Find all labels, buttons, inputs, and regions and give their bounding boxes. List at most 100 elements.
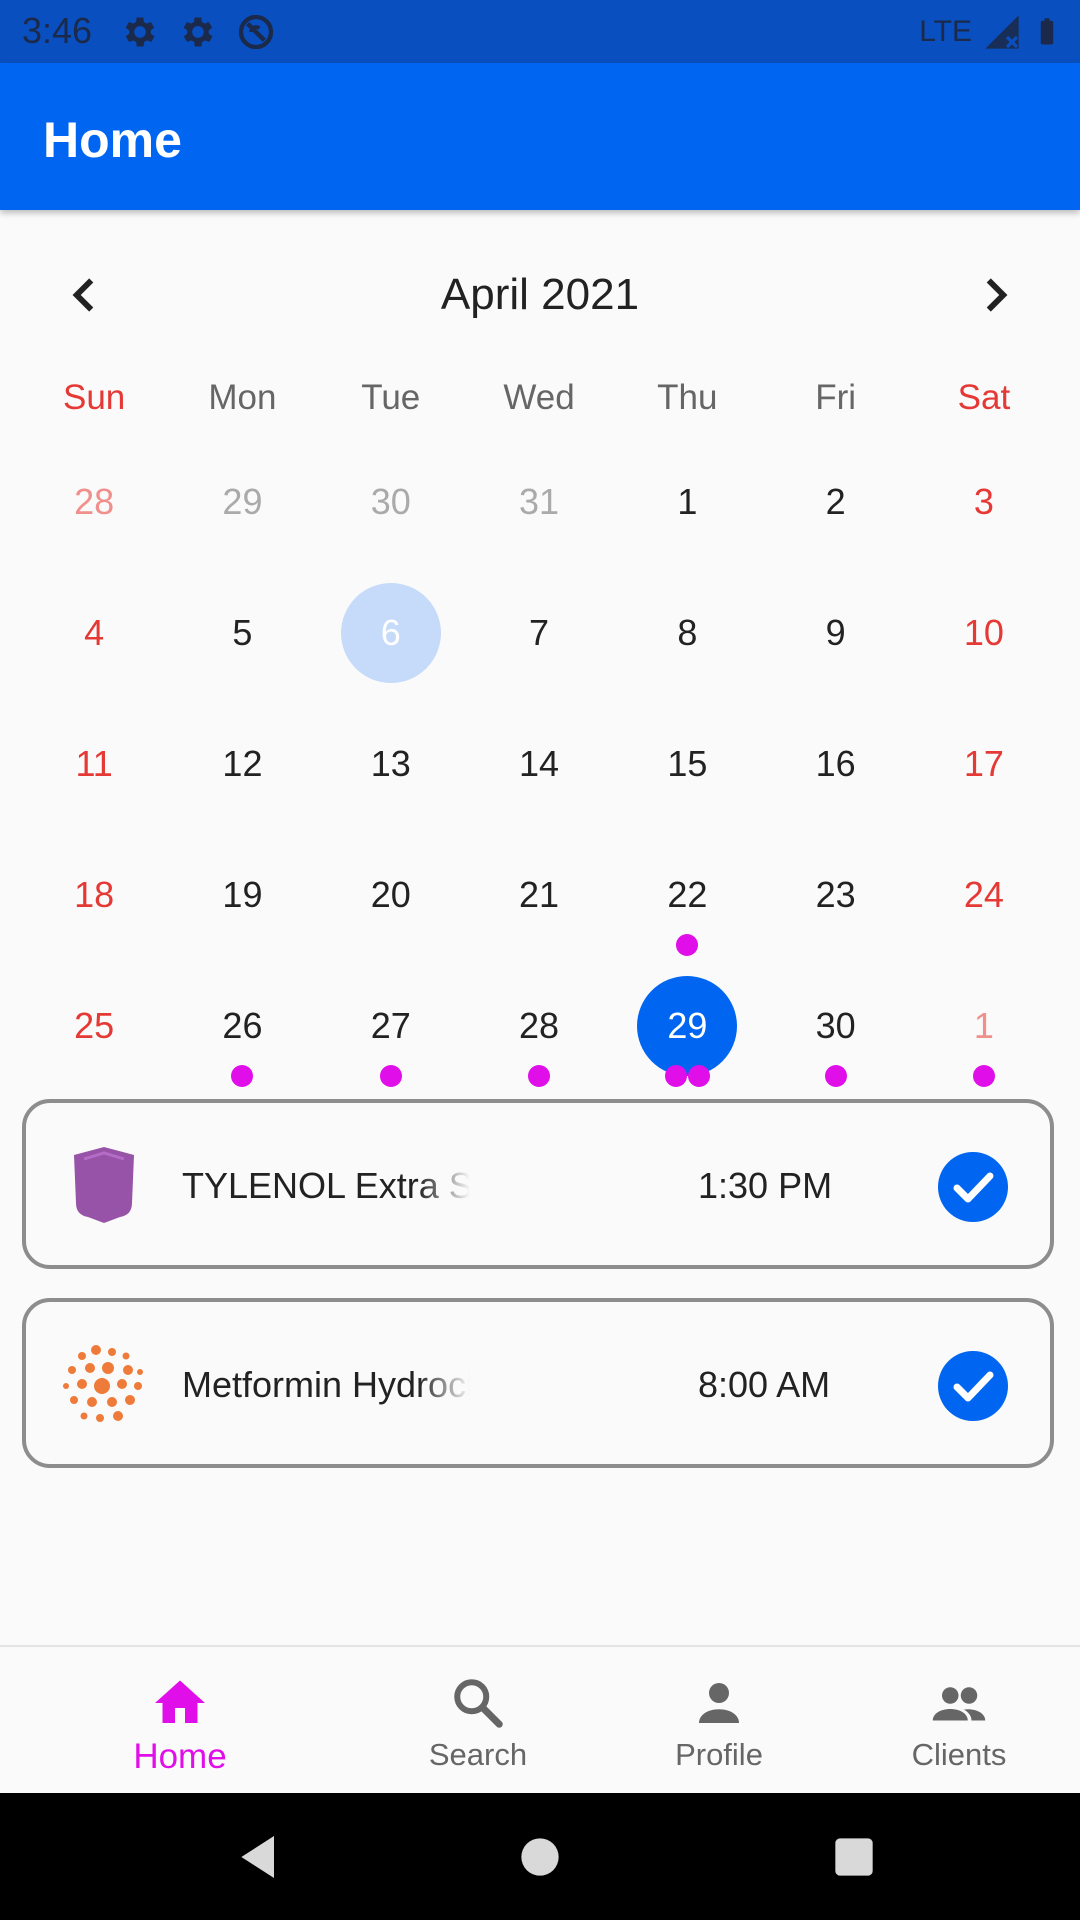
day-number: 25 <box>74 1005 115 1047</box>
home-circle-icon[interactable] <box>512 1829 568 1885</box>
calendar-day-today[interactable]: 6 <box>317 567 465 698</box>
calendar-day[interactable]: 23 <box>761 830 909 961</box>
calendar-day[interactable]: 8 <box>613 567 761 698</box>
nav-item-search[interactable]: Search <box>378 1647 578 1795</box>
calendar-day[interactable]: 2 <box>761 436 909 567</box>
calendar-day[interactable]: 30 <box>317 436 465 567</box>
settings-icon <box>183 17 213 47</box>
weekday-label: Thu <box>657 378 718 417</box>
nav-item-home[interactable]: Home <box>80 1647 280 1795</box>
app-bar: Home <box>0 63 1080 210</box>
calendar-day[interactable]: 28 <box>465 961 613 1092</box>
status-notification-icons <box>120 12 276 52</box>
nav-label: Home <box>133 1737 227 1776</box>
calendar-day[interactable]: 9 <box>761 567 909 698</box>
check-icon <box>953 1172 994 1203</box>
medication-time: 1:30 PM <box>698 1165 833 1206</box>
calendar-day[interactable]: 14 <box>465 698 613 829</box>
nav-item-profile[interactable]: Profile <box>619 1647 819 1795</box>
day-number: 20 <box>370 874 411 916</box>
check-icon <box>953 1371 994 1402</box>
people-icon <box>932 1687 986 1721</box>
search-icon <box>454 1679 503 1728</box>
calendar-day[interactable]: 28 <box>20 436 168 567</box>
orange-dots-pill-icon <box>63 1345 143 1422</box>
calendar-day[interactable]: 20 <box>317 830 465 961</box>
calendar-day[interactable]: 26 <box>168 961 316 1092</box>
day-number: 4 <box>84 611 105 653</box>
day-number: 13 <box>370 742 411 784</box>
calendar-day[interactable]: 27 <box>317 961 465 1092</box>
day-number: 29 <box>222 480 263 522</box>
calendar-day[interactable]: 3 <box>910 436 1058 567</box>
day-number: 17 <box>963 742 1004 784</box>
calendar-day[interactable]: 11 <box>20 698 168 829</box>
day-number: 15 <box>667 742 708 784</box>
event-markers <box>761 1064 909 1087</box>
calendar-day[interactable]: 5 <box>168 567 316 698</box>
status-time: 3:46 <box>22 10 93 51</box>
event-markers <box>465 1064 613 1087</box>
day-number: 8 <box>677 611 698 653</box>
nav-item-clients[interactable]: Clients <box>859 1647 1059 1795</box>
calendar-day[interactable]: 16 <box>761 698 909 829</box>
battery-icon <box>1040 18 1054 45</box>
event-dot <box>664 1064 687 1087</box>
event-dot <box>676 933 699 956</box>
system-navigation-bar <box>0 1793 1080 1920</box>
month-title: April 2021 <box>440 270 640 319</box>
calendar-day[interactable]: 12 <box>168 698 316 829</box>
taken-check-button[interactable] <box>938 1152 1008 1222</box>
recent-apps-icon[interactable] <box>826 1829 882 1885</box>
calendar-day[interactable]: 15 <box>613 698 761 829</box>
calendar-day[interactable]: 10 <box>910 567 1058 698</box>
calendar-day[interactable]: 4 <box>20 567 168 698</box>
event-dot <box>379 1064 402 1087</box>
day-number: 16 <box>815 742 856 784</box>
sync-disabled-icon <box>238 14 274 50</box>
day-number: 1 <box>677 480 698 522</box>
person-icon <box>699 1683 739 1723</box>
day-number: 30 <box>370 480 411 522</box>
chevron-right-icon[interactable] <box>970 270 1020 320</box>
day-number: 12 <box>222 742 263 784</box>
calendar-day[interactable]: 17 <box>910 698 1058 829</box>
calendar-day-selected[interactable]: 29 <box>613 961 761 1092</box>
event-dot <box>687 1064 710 1087</box>
day-number: 6 <box>380 611 401 653</box>
calendar-day[interactable]: 25 <box>20 961 168 1092</box>
calendar-day[interactable]: 1 <box>613 436 761 567</box>
calendar-day-grid: 28 29 30 31 1 2 3 4 5 6 7 8 9 10 11 12 13 14 15 16 17 18 19 20 2… <box>20 436 1060 1092</box>
day-number: 14 <box>519 742 560 784</box>
status-bar: 3:46 LTE <box>0 0 1080 63</box>
day-number: 2 <box>825 480 846 522</box>
calendar-day[interactable]: 13 <box>317 698 465 829</box>
day-number: 31 <box>519 480 560 522</box>
back-icon[interactable] <box>232 1829 288 1885</box>
calendar-day[interactable]: 30 <box>761 961 909 1092</box>
event-markers <box>613 1064 761 1087</box>
medication-card[interactable]: Metformin Hydrochloride 8:00 AM <box>22 1298 1054 1468</box>
calendar-day[interactable]: 31 <box>465 436 613 567</box>
calendar-day[interactable]: 22 <box>613 830 761 961</box>
calendar-day[interactable]: 19 <box>168 830 316 961</box>
nav-label: Clients <box>911 1737 1007 1772</box>
event-markers <box>317 1064 465 1087</box>
calendar-day[interactable]: 29 <box>168 436 316 567</box>
event-dot <box>231 1064 254 1087</box>
weekday-label: Tue <box>361 378 421 417</box>
calendar-day[interactable]: 24 <box>910 830 1058 961</box>
day-number: 18 <box>74 874 115 916</box>
day-number: 1 <box>973 1005 994 1047</box>
medication-name: Metformin Hydrochloride <box>182 1364 470 1405</box>
calendar-day[interactable]: 21 <box>465 830 613 961</box>
day-number: 21 <box>519 874 560 916</box>
calendar-day[interactable]: 1 <box>910 961 1058 1092</box>
weekday-row: Sun Mon Tue Wed Thu Fri Sat <box>0 378 1080 418</box>
taken-check-button[interactable] <box>938 1351 1008 1421</box>
day-number: 19 <box>222 874 263 916</box>
calendar-day[interactable]: 18 <box>20 830 168 961</box>
calendar-day[interactable]: 7 <box>465 567 613 698</box>
medication-card[interactable]: TYLENOL Extra Strength 1:30 PM <box>22 1099 1054 1269</box>
day-number: 30 <box>815 1005 856 1047</box>
